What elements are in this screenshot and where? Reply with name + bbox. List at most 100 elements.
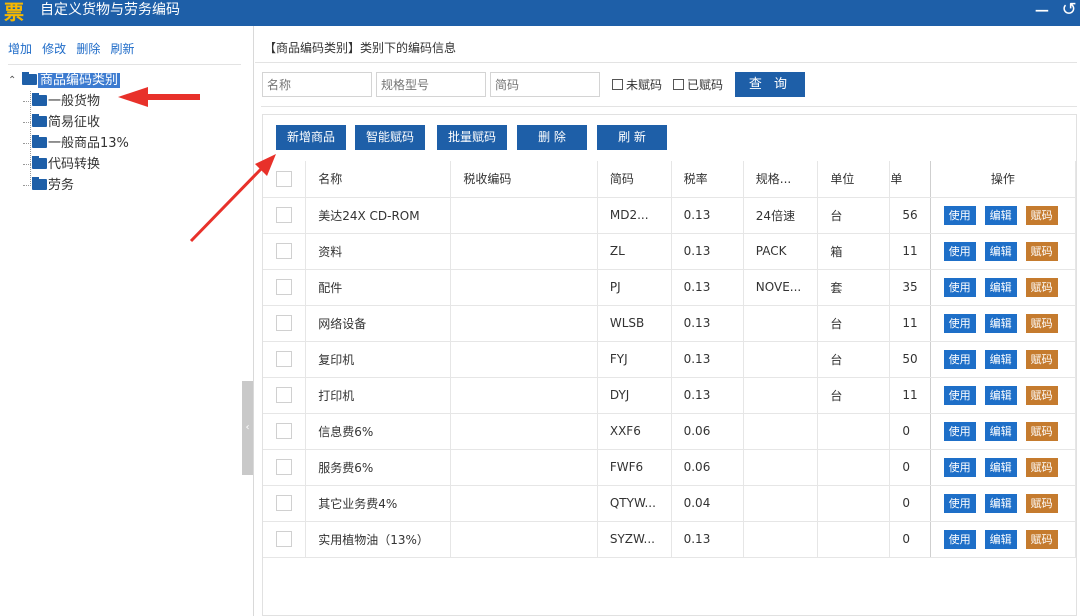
collapse-toggle-icon[interactable]: ⌃ xyxy=(8,70,20,91)
add-category-link[interactable]: 增加 xyxy=(8,42,32,56)
col-header-tax-code[interactable]: 税收编码 xyxy=(450,161,598,198)
select-all-cell[interactable] xyxy=(263,161,307,198)
cell-short-code: MD2... xyxy=(597,197,672,234)
row-select-cell[interactable] xyxy=(263,269,307,306)
use-button[interactable]: 使用 xyxy=(943,241,976,261)
assign-code-button[interactable]: 赋码 xyxy=(1025,349,1058,369)
assign-code-button[interactable]: 赋码 xyxy=(1025,421,1058,441)
smart-assign-button[interactable]: 智能赋码 xyxy=(355,125,425,150)
tree-item-simple-levy[interactable]: 简易征收 xyxy=(8,112,248,133)
refresh-category-link[interactable]: 刷新 xyxy=(110,42,134,56)
edit-button[interactable]: 编辑 xyxy=(984,457,1017,477)
row-checkbox[interactable] xyxy=(276,423,293,439)
table-row[interactable]: 资料 ZL 0.13 PACK 箱 11 使用 编辑 赋码 xyxy=(263,233,1077,270)
table-row[interactable]: 配件 PJ 0.13 NOVE... 套 35 使用 编辑 赋码 xyxy=(263,269,1077,306)
edit-button[interactable]: 编辑 xyxy=(984,277,1017,297)
table-row[interactable]: 信息费6% XXF6 0.06 0 使用 编辑 赋码 xyxy=(263,413,1077,450)
row-checkbox[interactable] xyxy=(276,351,293,367)
use-button[interactable]: 使用 xyxy=(943,385,976,405)
row-select-cell[interactable] xyxy=(263,485,307,522)
row-select-cell[interactable] xyxy=(263,305,307,342)
row-select-cell[interactable] xyxy=(263,449,307,486)
assigned-filter[interactable]: 已赋码 xyxy=(673,76,723,93)
edit-button[interactable]: 编辑 xyxy=(984,241,1017,261)
add-goods-button[interactable]: 新增商品 xyxy=(276,125,346,150)
assign-code-button[interactable]: 赋码 xyxy=(1025,493,1058,513)
tree-item-general-goods[interactable]: 一般货物 xyxy=(8,91,248,112)
spec-search-input[interactable] xyxy=(376,72,486,97)
edit-button[interactable]: 编辑 xyxy=(984,349,1017,369)
row-checkbox[interactable] xyxy=(276,459,293,475)
row-select-cell[interactable] xyxy=(263,341,307,378)
unassigned-filter[interactable]: 未赋码 xyxy=(612,76,662,93)
row-select-cell[interactable] xyxy=(263,377,307,414)
assign-code-button[interactable]: 赋码 xyxy=(1025,457,1058,477)
sidebar-collapse-handle[interactable]: ‹ xyxy=(242,381,253,475)
use-button[interactable]: 使用 xyxy=(943,313,976,333)
edit-button[interactable]: 编辑 xyxy=(984,385,1017,405)
row-select-cell[interactable] xyxy=(263,413,307,450)
assign-code-button[interactable]: 赋码 xyxy=(1025,277,1058,297)
assign-code-button[interactable]: 赋码 xyxy=(1025,241,1058,261)
table-row[interactable]: 美达24X CD-ROM MD2... 0.13 24倍速台 56 使用 编辑 赋码 xyxy=(263,197,1077,234)
edit-button[interactable]: 编辑 xyxy=(984,493,1017,513)
minimize-button[interactable]: − xyxy=(1032,0,1052,24)
edit-button[interactable]: 编辑 xyxy=(984,205,1017,225)
edit-button[interactable]: 编辑 xyxy=(984,313,1017,333)
row-checkbox[interactable] xyxy=(276,243,293,259)
col-header-unit-price[interactable]: 单 xyxy=(889,161,931,198)
table-row[interactable]: 其它业务费4% QTYW... 0.04 0 使用 编辑 赋码 xyxy=(263,485,1077,522)
col-header-tax-rate[interactable]: 税率 xyxy=(671,161,744,198)
name-search-input[interactable] xyxy=(262,72,372,97)
short-code-search-input[interactable] xyxy=(490,72,600,97)
refresh-button[interactable]: 刷 新 xyxy=(597,125,667,150)
back-icon[interactable]: ↺ xyxy=(1058,0,1080,24)
edit-button[interactable]: 编辑 xyxy=(984,529,1017,549)
col-header-short-code[interactable]: 简码 xyxy=(597,161,672,198)
row-checkbox[interactable] xyxy=(276,207,293,223)
row-select-cell[interactable] xyxy=(263,197,307,234)
row-checkbox[interactable] xyxy=(276,495,293,511)
row-checkbox[interactable] xyxy=(276,387,293,403)
table-row[interactable]: 网络设备 WLSB 0.13 台 11 使用 编辑 赋码 xyxy=(263,305,1077,342)
table-row[interactable]: 打印机 DYJ 0.13 台 11 使用 编辑 赋码 xyxy=(263,377,1077,414)
col-header-spec[interactable]: 规格... xyxy=(743,161,819,198)
tree-item-code-conversion[interactable]: 代码转换 xyxy=(8,154,248,175)
assign-code-button[interactable]: 赋码 xyxy=(1025,313,1058,333)
col-header-name[interactable]: 名称 xyxy=(305,161,452,198)
checkbox[interactable] xyxy=(673,79,684,90)
delete-category-link[interactable]: 删除 xyxy=(76,42,100,56)
checkbox[interactable] xyxy=(612,79,623,90)
edit-category-link[interactable]: 修改 xyxy=(42,42,66,56)
tree-item-services[interactable]: 劳务 xyxy=(8,175,248,196)
row-select-cell[interactable] xyxy=(263,233,307,270)
use-button[interactable]: 使用 xyxy=(943,349,976,369)
use-button[interactable]: 使用 xyxy=(943,529,976,549)
use-button[interactable]: 使用 xyxy=(943,493,976,513)
batch-assign-button[interactable]: 批量赋码 xyxy=(437,125,507,150)
edit-button[interactable]: 编辑 xyxy=(984,421,1017,441)
use-button[interactable]: 使用 xyxy=(943,457,976,477)
delete-button[interactable]: 删 除 xyxy=(517,125,587,150)
use-button[interactable]: 使用 xyxy=(943,277,976,297)
table-row[interactable]: 实用植物油（13%） SYZW... 0.13 0 使用 编辑 赋码 xyxy=(263,521,1077,558)
cell-short-code: XXF6 xyxy=(597,413,672,450)
query-button[interactable]: 查 询 xyxy=(735,72,805,97)
tree-root[interactable]: ⌃ 商品编码类别 xyxy=(8,70,248,91)
use-button[interactable]: 使用 xyxy=(943,421,976,441)
tree-item-general-13[interactable]: 一般商品13% xyxy=(8,133,248,154)
assign-code-button[interactable]: 赋码 xyxy=(1025,529,1058,549)
col-header-unit[interactable]: 单位 xyxy=(817,161,891,198)
table-row[interactable]: 服务费6% FWF6 0.06 0 使用 编辑 赋码 xyxy=(263,449,1077,486)
row-ops: 使用 编辑 赋码 xyxy=(930,233,1077,270)
use-button[interactable]: 使用 xyxy=(943,205,976,225)
assign-code-button[interactable]: 赋码 xyxy=(1025,205,1058,225)
select-all-checkbox[interactable] xyxy=(276,170,293,187)
row-checkbox[interactable] xyxy=(276,315,293,331)
row-select-cell[interactable] xyxy=(263,521,307,558)
cell-tax-code xyxy=(450,485,598,522)
row-checkbox[interactable] xyxy=(276,279,293,295)
table-row[interactable]: 复印机 FYJ 0.13 台 50 使用 编辑 赋码 xyxy=(263,341,1077,378)
assign-code-button[interactable]: 赋码 xyxy=(1025,385,1058,405)
row-checkbox[interactable] xyxy=(276,531,293,547)
